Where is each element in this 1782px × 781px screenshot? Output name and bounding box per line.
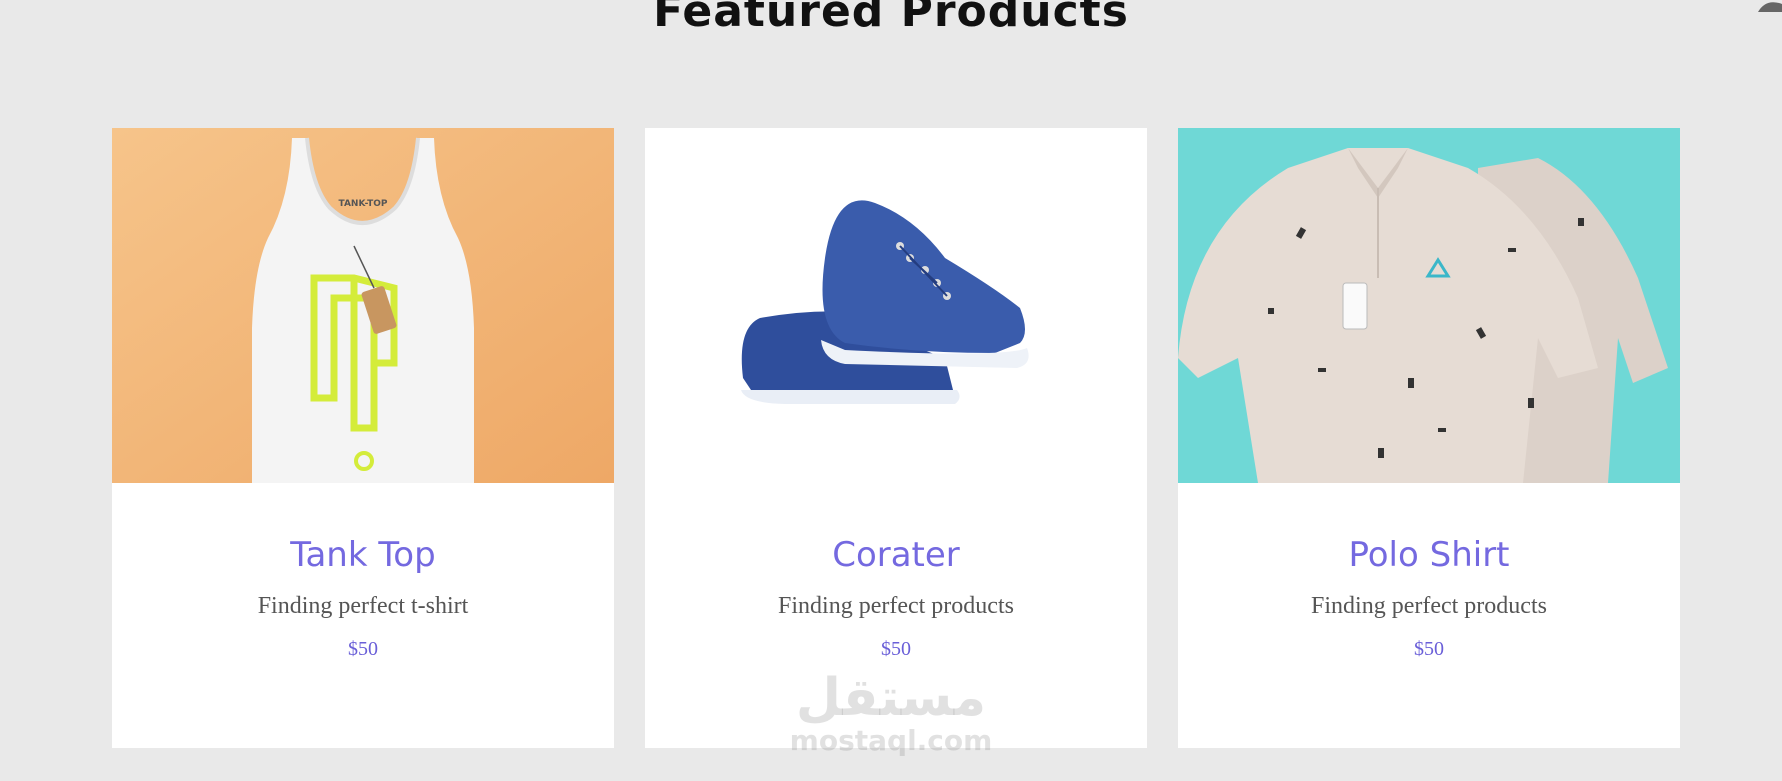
product-card-tank-top[interactable]: TANK-TOP Tank Top Finding perfect t-shir… (112, 128, 614, 748)
product-description: Finding perfect products (1311, 593, 1547, 619)
polo-shirt-image (1178, 128, 1680, 483)
product-description: Finding perfect t-shirt (257, 593, 469, 619)
product-price[interactable]: $50 (645, 620, 1147, 661)
product-price[interactable]: $50 (1178, 620, 1680, 661)
product-name[interactable]: Corater (645, 483, 1147, 575)
page-title: Featured Products (653, 0, 1129, 37)
product-price[interactable]: $50 (112, 620, 614, 661)
product-card-corater[interactable]: Corater Finding perfect products $50 (645, 128, 1147, 748)
product-description: Finding perfect products (778, 593, 1014, 619)
product-name[interactable]: Tank Top (112, 483, 614, 575)
svg-text:TANK-TOP: TANK-TOP (339, 199, 388, 209)
product-name[interactable]: Polo Shirt (1178, 483, 1680, 575)
product-card-polo-shirt[interactable]: Polo Shirt Finding perfect products $50 (1178, 128, 1680, 748)
blue-sneaker-image (645, 128, 1147, 483)
corner-decoration-icon (1758, 2, 1782, 12)
tank-top-image: TANK-TOP (112, 128, 614, 483)
